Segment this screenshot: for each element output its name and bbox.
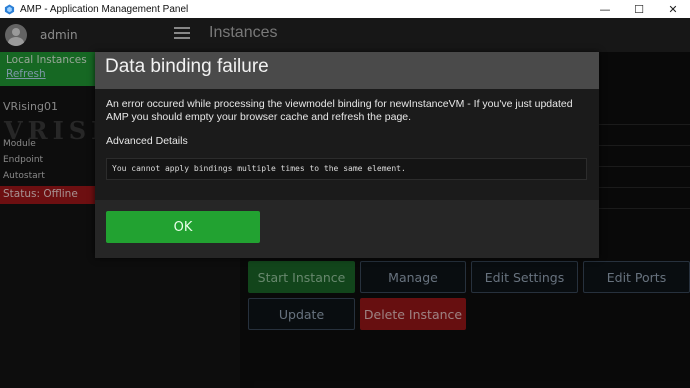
advanced-details-label: Advanced Details <box>106 135 188 147</box>
window-title: AMP - Application Management Panel <box>20 3 189 15</box>
dialog-message: An error occured while processing the vi… <box>106 98 573 123</box>
window-titlebar: AMP - Application Management Panel — ☐ ✕ <box>0 0 690 18</box>
error-details-text: You cannot apply bindings multiple times… <box>112 164 406 173</box>
dialog-header: Data binding failure <box>95 52 599 89</box>
maximize-button[interactable]: ☐ <box>622 0 656 18</box>
dialog-footer: OK <box>95 200 599 258</box>
minimize-button[interactable]: — <box>588 0 622 18</box>
amp-logo-icon <box>4 3 15 15</box>
ok-button[interactable]: OK <box>106 211 260 243</box>
error-details-box: You cannot apply bindings multiple times… <box>106 158 587 180</box>
dialog-title: Data binding failure <box>105 56 269 77</box>
error-dialog: Data binding failure An error occured wh… <box>95 52 599 258</box>
close-button[interactable]: ✕ <box>656 0 690 18</box>
